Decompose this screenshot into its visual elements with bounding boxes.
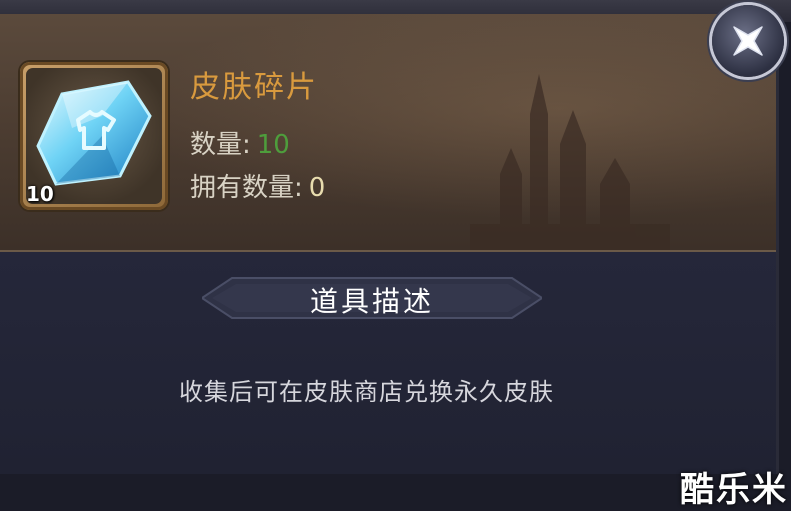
quantity-row: 数量: 10 xyxy=(190,124,290,161)
description-text: 收集后可在皮肤商店兑换永久皮肤 xyxy=(179,378,554,406)
item-icon-frame: 10 xyxy=(20,62,168,210)
owned-row: 拥有数量: 0 xyxy=(190,167,325,204)
close-button[interactable] xyxy=(712,5,784,77)
owned-label: 拥有数量: xyxy=(190,173,303,203)
description-title: 道具描述 xyxy=(309,285,434,318)
item-count-badge: 10 xyxy=(26,182,54,206)
castle-silhouette xyxy=(470,74,670,250)
quantity-label: 数量: xyxy=(190,130,251,160)
watermark-text: 酷乐米 xyxy=(680,470,788,510)
description-banner: 道具描述 xyxy=(202,270,542,326)
item-header: 10 皮肤碎片 数量: 10 拥有数量: 0 xyxy=(0,14,776,252)
skin-fragment-crystal-icon xyxy=(36,80,152,186)
item-name: 皮肤碎片 xyxy=(190,70,318,105)
quantity-value: 10 xyxy=(256,130,290,160)
item-detail-panel: 10 皮肤碎片 数量: 10 拥有数量: 0 道具描述 收集后可在皮肤商店兑换永久皮… xyxy=(0,14,779,474)
owned-value: 0 xyxy=(308,173,326,203)
description-section: 道具描述 收集后可在皮肤商店兑换永久皮肤 xyxy=(0,252,776,474)
close-icon xyxy=(733,26,763,56)
